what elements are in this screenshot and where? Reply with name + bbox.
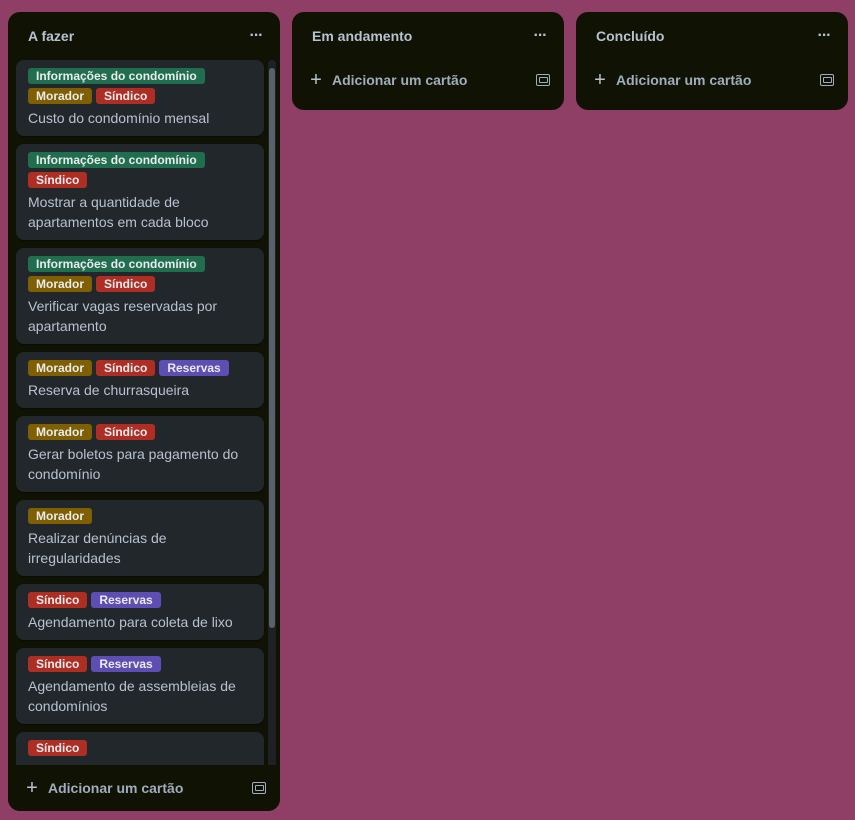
card[interactable]: Síndico Reservas Agendamento para coleta d… [16, 584, 264, 640]
plus-icon: + [26, 777, 38, 799]
card-label[interactable]: Morador [28, 360, 92, 376]
card-labels: Informações do condomínio Síndico [28, 152, 252, 188]
add-card-row: + Adicionar um cartão [292, 60, 564, 100]
list-menu-button[interactable]: ··· [812, 24, 836, 48]
plus-icon: + [594, 69, 606, 91]
card-label[interactable]: Reservas [91, 656, 161, 672]
add-card-button[interactable]: + Adicionar um cartão [592, 70, 751, 90]
card-title: Agendamento de assembleias de condomínio… [28, 678, 236, 714]
card-label[interactable]: Síndico [28, 656, 88, 672]
card-list: Informações do condomínio Morador Síndico C… [16, 60, 272, 772]
card-label[interactable]: Reservas [159, 360, 229, 376]
list-header[interactable]: Em andamento ··· [292, 12, 564, 60]
list-header[interactable]: A fazer ··· [8, 12, 280, 60]
list-footer: + Adicionar um cartão [8, 765, 280, 811]
card-title: Agendamento para coleta de lixo [28, 614, 233, 630]
list-menu-button[interactable]: ··· [244, 24, 268, 48]
card-title: Mostrar a quantidade de apartamentos em … [28, 194, 209, 230]
card-labels: Morador Síndico Reservas [28, 360, 252, 376]
card-label[interactable]: Síndico [96, 276, 156, 292]
card-labels: Morador [28, 508, 252, 524]
card-label[interactable]: Reservas [91, 592, 161, 608]
list-title[interactable]: Em andamento [312, 28, 412, 44]
list-a-fazer: A fazer ··· Informações do condomínio Mor… [8, 12, 280, 811]
card[interactable]: Morador Síndico Gerar boletos para pagamen… [16, 416, 264, 492]
plus-icon: + [310, 69, 322, 91]
card-label[interactable]: Informações do condomínio [28, 152, 205, 168]
add-card-label: Adicionar um cartão [616, 72, 752, 88]
card-title: Verificar vagas reservadas por apartamen… [28, 298, 218, 334]
card-label[interactable]: Morador [28, 508, 92, 524]
list-menu-button[interactable]: ··· [528, 24, 552, 48]
card-label[interactable]: Morador [28, 424, 92, 440]
card-label[interactable]: Morador [28, 88, 92, 104]
card-labels: Informações do condomínio Morador Síndico [28, 68, 252, 104]
card-label[interactable]: Síndico [28, 740, 88, 756]
card[interactable]: Síndico Reservas Agendamento de assembleia… [16, 648, 264, 724]
list-title[interactable]: A fazer [28, 28, 74, 44]
card-label[interactable]: Síndico [96, 88, 156, 104]
create-from-template-icon[interactable] [536, 74, 550, 86]
card-labels: Morador Síndico [28, 424, 252, 440]
list-header[interactable]: Concluído ··· [576, 12, 848, 60]
card-label[interactable]: Morador [28, 276, 92, 292]
card-title: Custo do condomínio mensal [28, 110, 210, 126]
card-label[interactable]: Síndico [96, 424, 156, 440]
add-card-row: + Adicionar um cartão [576, 60, 848, 100]
card-labels: Síndico Reservas [28, 656, 252, 672]
card-label[interactable]: Síndico [96, 360, 156, 376]
card-label[interactable]: Informações do condomínio [28, 68, 205, 84]
card-label[interactable]: Síndico [28, 592, 88, 608]
card-label[interactable]: Informações do condomínio [28, 256, 205, 272]
card-label[interactable]: Síndico [28, 172, 88, 188]
add-card-row: + Adicionar um cartão [8, 765, 280, 811]
card-labels: Síndico Reservas [28, 592, 252, 608]
scrollbar[interactable] [268, 60, 276, 772]
scrollbar-thumb[interactable] [269, 68, 275, 628]
add-card-button[interactable]: + Adicionar um cartão [24, 778, 183, 798]
create-from-template-icon[interactable] [252, 782, 266, 794]
card[interactable]: Informações do condomínio Morador Síndico V… [16, 248, 264, 344]
card[interactable]: Informações do condomínio Síndico Mostrar … [16, 144, 264, 240]
card[interactable]: Informações do condomínio Morador Síndico C… [16, 60, 264, 136]
list-title[interactable]: Concluído [596, 28, 664, 44]
add-card-label: Adicionar um cartão [332, 72, 468, 88]
create-from-template-icon[interactable] [820, 74, 834, 86]
add-card-button[interactable]: + Adicionar um cartão [308, 70, 467, 90]
card[interactable]: Morador Realizar denúncias de irregularid… [16, 500, 264, 576]
card-title: Reserva de churrasqueira [28, 382, 190, 398]
card-labels: Informações do condomínio Morador Síndico [28, 256, 252, 292]
list-em-andamento: Em andamento ··· + Adicionar um cartão [292, 12, 564, 110]
list-concluido: Concluído ··· + Adicionar um cartão [576, 12, 848, 110]
card-title: Gerar boletos para pagamento do condomín… [28, 446, 239, 482]
card-labels: Síndico [28, 740, 252, 756]
add-card-label: Adicionar um cartão [48, 780, 184, 796]
card-title: Realizar denúncias de irregularidades [28, 530, 167, 566]
card[interactable]: Morador Síndico Reservas Reserva de churras… [16, 352, 264, 408]
